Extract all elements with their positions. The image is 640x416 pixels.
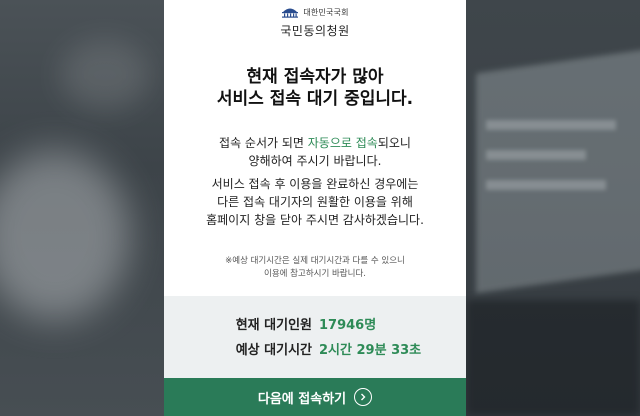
auto-connect-message: 접속 순서가 되면 자동으로 접속되오니 양해하여 주시기 바랍니다. — [164, 134, 466, 170]
logo: 대한민국국회 — [164, 6, 466, 18]
headline-line-1: 현재 접속자가 많아 — [246, 67, 384, 87]
site-name: 국민동의청원 — [280, 24, 350, 38]
national-assembly-icon — [281, 6, 299, 18]
waiting-room-panel: 대한민국국회 국민동의청원 현재 접속자가 많아 서비스 접속 대기 중입니다.… — [164, 0, 466, 416]
estimate-note: ※예상 대기시간은 실제 대기시간과 다를 수 있으니 이용에 참고하시기 바랍… — [164, 255, 466, 281]
waiting-count-row: 현재 대기인원 17946명 — [164, 314, 466, 336]
p2-line-3: 홈페이지 창을 닫아 주시면 감사하겠습니다. — [206, 213, 424, 227]
headline-line-2: 서비스 접속 대기 중입니다. — [216, 89, 414, 109]
p2-line-1: 서비스 접속 후 이용을 완료하신 경우에는 — [211, 177, 419, 191]
headline: 현재 접속자가 많아 서비스 접속 대기 중입니다. — [164, 66, 466, 110]
p1-text-before: 접속 순서가 되면 — [219, 136, 308, 150]
chevron-right-circle-icon — [354, 388, 373, 406]
logo-text: 대한민국국회 — [303, 7, 349, 17]
header: 대한민국국회 국민동의청원 — [164, 0, 466, 50]
waiting-count-label: 현재 대기인원 — [235, 318, 312, 333]
connect-later-button[interactable]: 다음에 접속하기 — [164, 378, 466, 416]
note-line-1: ※예상 대기시간은 실제 대기시간과 다를 수 있으니 — [225, 256, 405, 266]
estimated-time-row: 예상 대기시간 2시간 29분 33초 — [164, 339, 466, 361]
p1-text-after: 되오니 — [377, 136, 411, 150]
background-left — [0, 0, 164, 416]
estimated-time-value: 2시간 29분 33초 — [319, 343, 422, 358]
p1-line-2: 양해하여 주시기 바랍니다. — [248, 154, 382, 168]
waiting-count-value: 17946명 — [319, 318, 377, 333]
estimated-time-label: 예상 대기시간 — [235, 343, 312, 358]
p1-highlight: 자동으로 접속 — [307, 136, 378, 150]
connect-later-label: 다음에 접속하기 — [257, 391, 347, 407]
queue-status: 현재 대기인원 17946명 예상 대기시간 2시간 29분 33초 — [164, 296, 466, 378]
background-right — [466, 0, 640, 416]
close-window-message: 서비스 접속 후 이용을 완료하신 경우에는 다른 접속 대기자의 원활한 이용… — [164, 175, 466, 229]
p2-line-2: 다른 접속 대기자의 원활한 이용을 위해 — [217, 195, 413, 209]
note-line-2: 이용에 참고하시기 바랍니다. — [264, 269, 366, 279]
